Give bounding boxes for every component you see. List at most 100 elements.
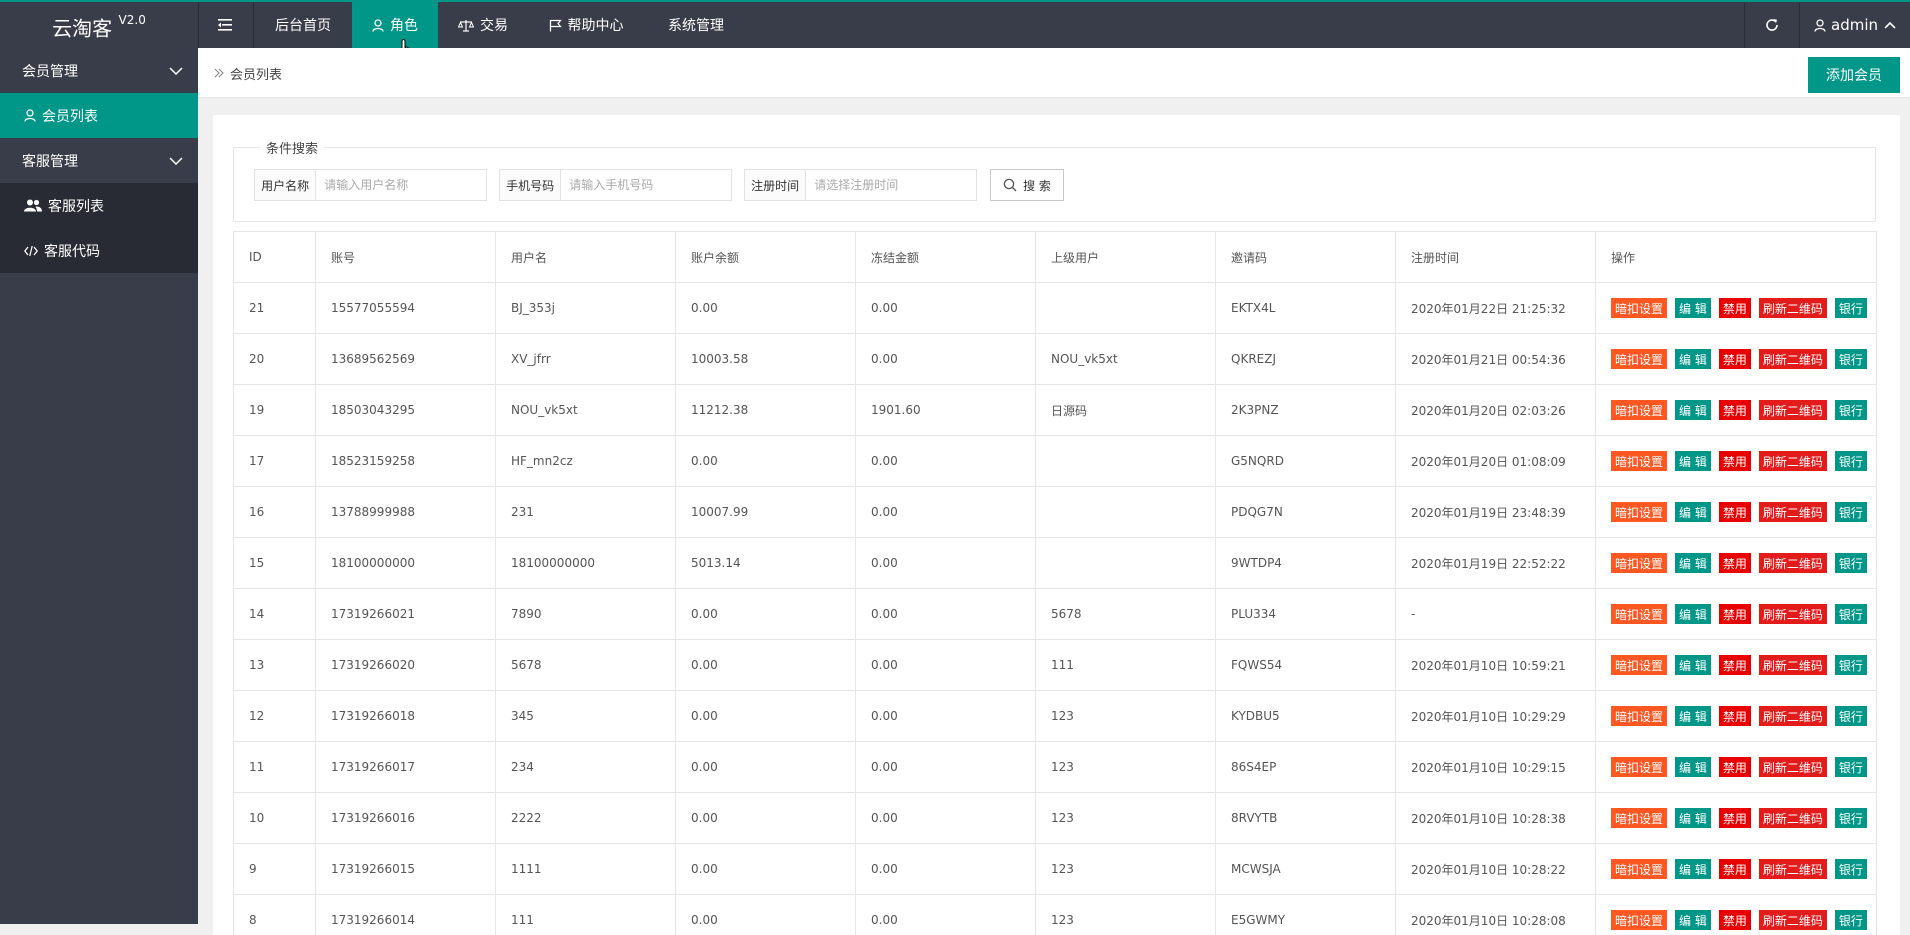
bank-button[interactable]: 银行 bbox=[1834, 859, 1867, 879]
deduct-settings-button[interactable]: 暗扣设置 bbox=[1611, 553, 1668, 573]
nav-item-label: 角色 bbox=[390, 18, 418, 34]
deduct-settings-button[interactable]: 暗扣设置 bbox=[1611, 349, 1668, 369]
disable-button[interactable]: 禁用 bbox=[1718, 553, 1751, 573]
nav-item-system[interactable]: 系统管理 bbox=[644, 2, 748, 48]
deduct-settings-button[interactable]: 暗扣设置 bbox=[1611, 757, 1668, 777]
table-cell: 2K3PNZ bbox=[1216, 385, 1396, 435]
refresh-qrcode-button[interactable]: 刷新二维码 bbox=[1758, 451, 1827, 471]
table-row: 20 13689562569 XV_jfrr 10003.58 0.00 NOU_vk5x… bbox=[234, 334, 1877, 385]
nav-item-role[interactable]: 角色 bbox=[352, 2, 438, 48]
edit-button[interactable]: 编 辑 bbox=[1675, 859, 1711, 879]
edit-button[interactable]: 编 辑 bbox=[1675, 757, 1711, 777]
edit-button[interactable]: 编 辑 bbox=[1675, 808, 1711, 828]
deduct-settings-button[interactable]: 暗扣设置 bbox=[1611, 451, 1668, 471]
bank-button[interactable]: 银行 bbox=[1834, 808, 1867, 828]
disable-button[interactable]: 禁用 bbox=[1718, 451, 1751, 471]
deduct-settings-button[interactable]: 暗扣设置 bbox=[1611, 502, 1668, 522]
table-cell: 14 bbox=[234, 589, 316, 639]
table-cell: 17319266021 bbox=[316, 589, 496, 639]
refresh-qrcode-button[interactable]: 刷新二维码 bbox=[1758, 757, 1827, 777]
bank-button[interactable]: 银行 bbox=[1834, 451, 1867, 471]
table-cell: 8 bbox=[234, 895, 316, 935]
menu-toggle-button[interactable] bbox=[199, 2, 253, 48]
table-cell: 1901.60 bbox=[856, 385, 1036, 435]
sidebar-item-service-list[interactable]: 客服列表 bbox=[0, 183, 198, 228]
edit-button[interactable]: 编 辑 bbox=[1675, 502, 1711, 522]
edit-button[interactable]: 编 辑 bbox=[1675, 706, 1711, 726]
disable-button[interactable]: 禁用 bbox=[1718, 859, 1751, 879]
disable-button[interactable]: 禁用 bbox=[1718, 400, 1751, 420]
refresh-qrcode-button[interactable]: 刷新二维码 bbox=[1758, 655, 1827, 675]
disable-button[interactable]: 禁用 bbox=[1718, 604, 1751, 624]
regtime-input[interactable] bbox=[806, 170, 976, 200]
deduct-settings-button[interactable]: 暗扣设置 bbox=[1611, 400, 1668, 420]
double-chevron-right-icon bbox=[214, 68, 224, 78]
edit-button[interactable]: 编 辑 bbox=[1675, 298, 1711, 318]
edit-button[interactable]: 编 辑 bbox=[1675, 451, 1711, 471]
disable-button[interactable]: 禁用 bbox=[1718, 502, 1751, 522]
disable-button[interactable]: 禁用 bbox=[1718, 910, 1751, 930]
deduct-settings-button[interactable]: 暗扣设置 bbox=[1611, 910, 1668, 930]
refresh-qrcode-button[interactable]: 刷新二维码 bbox=[1758, 604, 1827, 624]
sidebar-group-members[interactable]: 会员管理 bbox=[0, 48, 198, 93]
nav-item-label: 系统管理 bbox=[668, 18, 724, 34]
deduct-settings-button[interactable]: 暗扣设置 bbox=[1611, 808, 1668, 828]
add-member-button[interactable]: 添加会员 bbox=[1808, 57, 1900, 93]
deduct-settings-button[interactable]: 暗扣设置 bbox=[1611, 706, 1668, 726]
bank-button[interactable]: 银行 bbox=[1834, 910, 1867, 930]
edit-button[interactable]: 编 辑 bbox=[1675, 349, 1711, 369]
search-button[interactable]: 搜 索 bbox=[990, 169, 1064, 201]
disable-button[interactable]: 禁用 bbox=[1718, 706, 1751, 726]
edit-button[interactable]: 编 辑 bbox=[1675, 655, 1711, 675]
refresh-qrcode-button[interactable]: 刷新二维码 bbox=[1758, 400, 1827, 420]
table-cell: 0.00 bbox=[856, 334, 1036, 384]
phone-input[interactable] bbox=[561, 170, 731, 200]
refresh-qrcode-button[interactable]: 刷新二维码 bbox=[1758, 553, 1827, 573]
bank-button[interactable]: 银行 bbox=[1834, 502, 1867, 522]
disable-button[interactable]: 禁用 bbox=[1718, 757, 1751, 777]
username-input[interactable] bbox=[316, 170, 486, 200]
refresh-qrcode-button[interactable]: 刷新二维码 bbox=[1758, 349, 1827, 369]
bank-button[interactable]: 银行 bbox=[1834, 706, 1867, 726]
deduct-settings-button[interactable]: 暗扣设置 bbox=[1611, 604, 1668, 624]
refresh-qrcode-button[interactable]: 刷新二维码 bbox=[1758, 808, 1827, 828]
nav-item-trade[interactable]: 交易 bbox=[438, 2, 528, 48]
sidebar-group-service[interactable]: 客服管理 bbox=[0, 138, 198, 183]
sidebar-item-service-code[interactable]: 客服代码 bbox=[0, 228, 198, 273]
refresh-qrcode-button[interactable]: 刷新二维码 bbox=[1758, 910, 1827, 930]
deduct-settings-button[interactable]: 暗扣设置 bbox=[1611, 298, 1668, 318]
bank-button[interactable]: 银行 bbox=[1834, 400, 1867, 420]
disable-button[interactable]: 禁用 bbox=[1718, 808, 1751, 828]
table-row: 16 13788999988 231 10007.99 0.00 PDQG7N 2020年0… bbox=[234, 487, 1877, 538]
table-header: ID bbox=[234, 232, 316, 282]
edit-button[interactable]: 编 辑 bbox=[1675, 604, 1711, 624]
refresh-qrcode-button[interactable]: 刷新二维码 bbox=[1758, 298, 1827, 318]
nav-item-help[interactable]: 帮助中心 bbox=[528, 2, 644, 48]
deduct-settings-button[interactable]: 暗扣设置 bbox=[1611, 655, 1668, 675]
refresh-qrcode-button[interactable]: 刷新二维码 bbox=[1758, 706, 1827, 726]
deduct-settings-button[interactable]: 暗扣设置 bbox=[1611, 859, 1668, 879]
edit-button[interactable]: 编 辑 bbox=[1675, 400, 1711, 420]
disable-button[interactable]: 禁用 bbox=[1718, 349, 1751, 369]
table-cell: 19 bbox=[234, 385, 316, 435]
disable-button[interactable]: 禁用 bbox=[1718, 298, 1751, 318]
bank-button[interactable]: 银行 bbox=[1834, 553, 1867, 573]
bank-button[interactable]: 银行 bbox=[1834, 757, 1867, 777]
user-menu[interactable]: admin bbox=[1800, 2, 1910, 48]
edit-button[interactable]: 编 辑 bbox=[1675, 553, 1711, 573]
refresh-qrcode-button[interactable]: 刷新二维码 bbox=[1758, 859, 1827, 879]
breadcrumb-bar: 会员列表 bbox=[198, 48, 1910, 98]
table-cell: 13 bbox=[234, 640, 316, 690]
bank-button[interactable]: 银行 bbox=[1834, 604, 1867, 624]
sidebar-item-member-list[interactable]: 会员列表 bbox=[0, 93, 198, 138]
bank-button[interactable]: 银行 bbox=[1834, 298, 1867, 318]
refresh-qrcode-button[interactable]: 刷新二维码 bbox=[1758, 502, 1827, 522]
disable-button[interactable]: 禁用 bbox=[1718, 655, 1751, 675]
nav-item-home[interactable]: 后台首页 bbox=[254, 2, 352, 48]
refresh-button[interactable] bbox=[1745, 2, 1799, 48]
bank-button[interactable]: 银行 bbox=[1834, 349, 1867, 369]
edit-button[interactable]: 编 辑 bbox=[1675, 910, 1711, 930]
table-cell: 123 bbox=[1036, 742, 1216, 792]
bank-button[interactable]: 银行 bbox=[1834, 655, 1867, 675]
table-header-row: ID 账号 用户名 账户余额 冻结金额 上级用户 邀请码 注册时间 操作 bbox=[234, 232, 1877, 283]
